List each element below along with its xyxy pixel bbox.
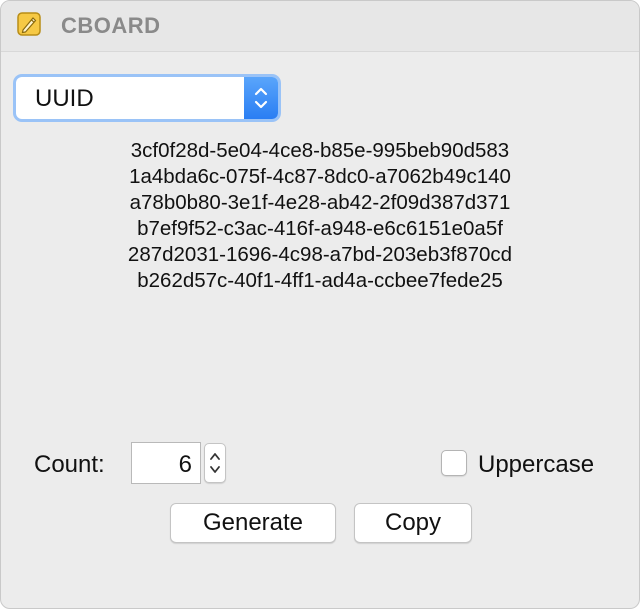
window-title: CBOARD (61, 13, 161, 38)
generator-type-label: UUID (35, 85, 94, 112)
count-input[interactable]: 6 (131, 442, 201, 484)
uuid-line: a78b0b80-3e1f-4e28-ab42-2f09d387d371 (129, 191, 511, 214)
count-label: Count: (34, 451, 105, 478)
uuid-output: 3cf0f28d-5e04-4ce8-b85e-995beb90d583 1a4… (1, 138, 639, 294)
generate-button[interactable]: Generate (170, 503, 336, 543)
uppercase-label[interactable]: Uppercase (478, 451, 594, 479)
uuid-line: b262d57c-40f1-4ff1-ad4a-ccbee7fede25 (137, 269, 503, 292)
generator-type-select[interactable]: UUID (16, 77, 278, 119)
copy-button[interactable]: Copy (354, 503, 472, 543)
uuid-line: b7ef9f52-c3ac-416f-a948-e6c6151e0a5f (137, 217, 503, 240)
pencil-note-icon (17, 12, 41, 36)
title-bar: CBOARD (1, 1, 639, 52)
uppercase-checkbox[interactable] (441, 450, 467, 476)
chevron-up-down-icon (244, 77, 278, 119)
app-window: CBOARD UUID 3cf0f28d-5e04-4ce8-b85e-995b… (0, 0, 640, 609)
uuid-line: 3cf0f28d-5e04-4ce8-b85e-995beb90d583 (130, 139, 510, 162)
count-stepper[interactable] (204, 443, 226, 483)
uuid-line: 287d2031-1696-4c98-a7bd-203eb3f870cd (127, 243, 513, 266)
uuid-line: 1a4bda6c-075f-4c87-8dc0-a7062b49c140 (129, 165, 511, 188)
